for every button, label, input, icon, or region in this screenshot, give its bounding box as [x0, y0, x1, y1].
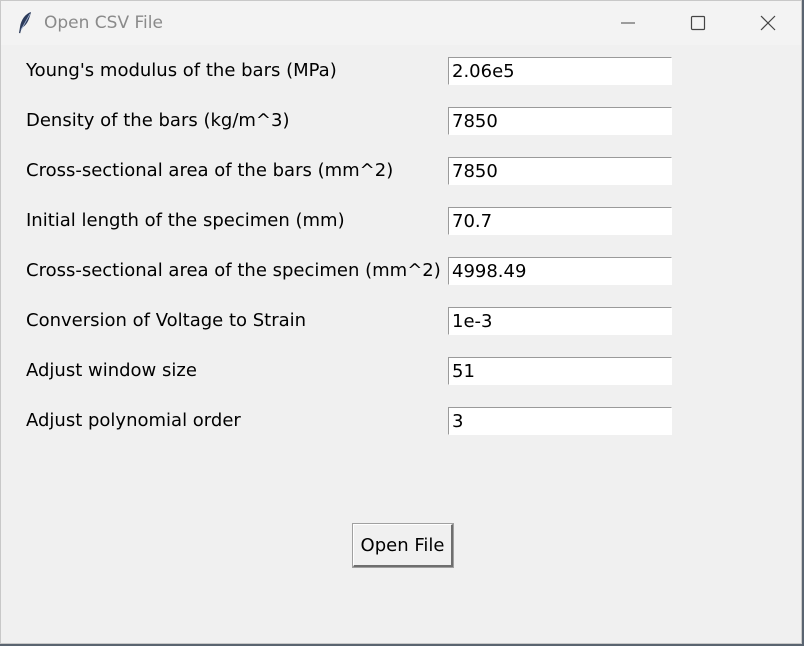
voltage-strain-label: Conversion of Voltage to Strain	[26, 310, 307, 331]
bar-area-label: Cross-sectional area of the bars (mm^2)	[26, 160, 394, 181]
bar-area-input[interactable]	[448, 157, 672, 185]
polynomial-order-input[interactable]	[448, 407, 672, 435]
window-size-input[interactable]	[448, 357, 672, 385]
maximize-button[interactable]	[663, 1, 733, 45]
youngs-modulus-input[interactable]	[448, 57, 672, 85]
feather-icon	[17, 11, 33, 35]
specimen-area-label: Cross-sectional area of the specimen (mm…	[26, 260, 441, 281]
voltage-strain-input[interactable]	[448, 307, 672, 335]
specimen-length-label: Initial length of the specimen (mm)	[26, 210, 345, 231]
specimen-area-input[interactable]	[448, 257, 672, 285]
polynomial-order-label: Adjust polynomial order	[26, 410, 241, 431]
close-button[interactable]	[733, 1, 803, 45]
maximize-icon	[690, 15, 706, 31]
minimize-icon	[620, 15, 636, 31]
open-file-button[interactable]: Open File	[353, 524, 453, 567]
specimen-length-input[interactable]	[448, 207, 672, 235]
close-icon	[760, 15, 776, 31]
window-size-label: Adjust window size	[26, 360, 197, 381]
youngs-modulus-label: Young's modulus of the bars (MPa)	[26, 60, 337, 81]
minimize-button[interactable]	[593, 1, 663, 45]
app-window: Open CSV File Young's modulus of the bar…	[0, 0, 802, 644]
bar-density-input[interactable]	[448, 107, 672, 135]
title-bar[interactable]: Open CSV File	[1, 1, 801, 45]
bar-density-label: Density of the bars (kg/m^3)	[26, 110, 290, 131]
window-title: Open CSV File	[44, 13, 163, 33]
